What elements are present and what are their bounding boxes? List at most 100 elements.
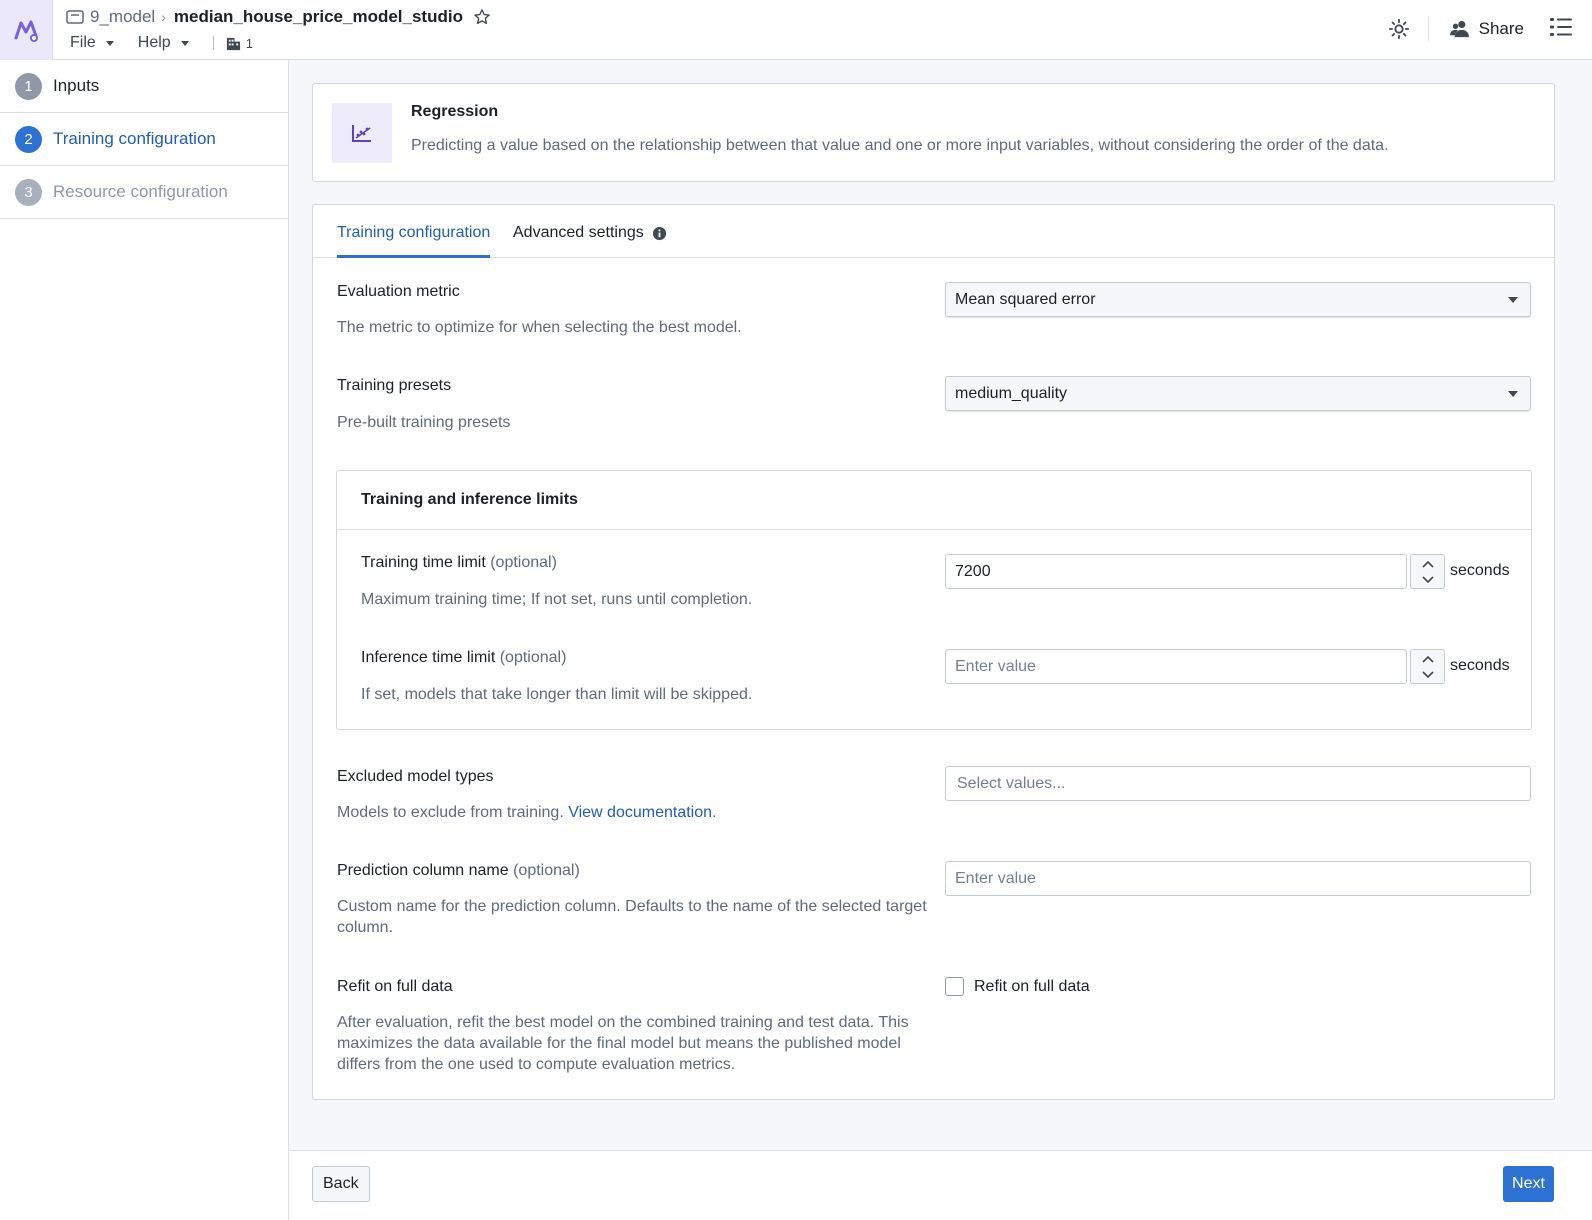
star-icon[interactable]: [473, 8, 491, 26]
model-studio-logo-icon: [14, 20, 38, 42]
limits-section: Training and inference limits Training t…: [336, 470, 1532, 730]
organization-count: 1: [245, 35, 253, 51]
training-time-stepper[interactable]: [1410, 554, 1445, 589]
sun-icon[interactable]: [1388, 18, 1410, 40]
evaluation-metric-help: The metric to optimize for when selectin…: [337, 319, 742, 336]
breadcrumb: 9_model › median_house_price_model_studi…: [66, 6, 491, 28]
evaluation-metric-value: Mean squared error: [955, 290, 1096, 308]
chevron-down-icon[interactable]: [1411, 572, 1444, 588]
training-time-input[interactable]: 7200: [945, 554, 1407, 589]
step-label: Inputs: [53, 76, 100, 95]
inference-time-input[interactable]: Enter value: [945, 649, 1407, 684]
step-number: 2: [15, 125, 42, 153]
step-label: Training configuration: [53, 129, 216, 148]
breadcrumb-parent[interactable]: 9_model: [90, 7, 155, 27]
training-presets-select[interactable]: medium_quality: [945, 376, 1531, 411]
step-inputs[interactable]: 1 Inputs: [0, 60, 288, 113]
chevron-down-icon[interactable]: [1411, 667, 1444, 683]
properties-icon[interactable]: [1550, 17, 1572, 42]
step-number: 3: [15, 178, 42, 206]
refit-help: After evaluation, refit the best model o…: [337, 1012, 909, 1075]
people-icon: [1449, 20, 1469, 38]
main-content: Regression Predicting a value based on t…: [289, 60, 1592, 1220]
share-button[interactable]: Share: [1449, 19, 1524, 39]
header-divider: [1427, 17, 1429, 41]
folder-icon: [66, 9, 84, 25]
regression-chart-icon: [332, 103, 392, 163]
refit-label: Refit on full data: [337, 978, 453, 995]
help-menu[interactable]: Help: [138, 34, 189, 52]
excluded-models-multiselect[interactable]: Select values...: [945, 766, 1531, 801]
refit-help-line: maximizes the data available for the fin…: [337, 1035, 901, 1052]
organization-badge[interactable]: 1: [226, 36, 253, 51]
step-resource-configuration[interactable]: 3 Resource configuration: [0, 166, 288, 219]
header-actions: Share: [1388, 14, 1572, 44]
tab-advanced-settings[interactable]: Advanced settings: [513, 224, 667, 258]
share-label: Share: [1478, 19, 1524, 38]
app-logo[interactable]: [0, 0, 53, 60]
inference-time-stepper[interactable]: [1410, 649, 1445, 684]
refit-checkbox-label[interactable]: Refit on full data: [974, 978, 1090, 996]
next-button[interactable]: Next: [1503, 1166, 1554, 1202]
chevron-up-icon[interactable]: [1411, 556, 1444, 572]
prediction-column-label: Prediction column name (optional): [337, 862, 580, 880]
caret-down-icon: [1508, 297, 1518, 303]
config-tabs: Training configuration Advanced settings: [313, 205, 1554, 258]
training-time-label: Training time limit (optional): [361, 554, 557, 572]
tab-advanced-label: Advanced settings: [513, 224, 644, 241]
training-presets-label: Training presets: [337, 377, 452, 394]
office-icon: [226, 37, 240, 50]
menu-divider: [212, 36, 214, 50]
refit-help-line: differs from the one used to compute eva…: [337, 1056, 736, 1073]
excluded-models-label: Excluded model types: [337, 768, 494, 785]
file-menu[interactable]: File: [70, 34, 114, 52]
info-icon[interactable]: [652, 226, 667, 246]
top-bar: 9_model › median_house_price_model_studi…: [0, 0, 1592, 60]
evaluation-metric-label: Evaluation metric: [337, 283, 460, 300]
step-number: 1: [15, 72, 42, 100]
caret-down-icon: [105, 40, 114, 46]
prediction-column-help-line: column.: [337, 919, 394, 936]
excluded-models-help-suffix: .: [712, 804, 717, 821]
inference-time-unit: seconds: [1450, 657, 1510, 674]
menu-bar: File Help 1: [70, 32, 253, 54]
chevron-right-icon: ›: [161, 9, 166, 25]
prediction-column-input[interactable]: Enter value: [945, 861, 1531, 896]
training-presets-value: medium_quality: [955, 384, 1068, 402]
caret-down-icon: [1508, 391, 1518, 397]
training-time-help: Maximum training time; If not set, runs …: [361, 591, 753, 608]
training-time-unit: seconds: [1450, 562, 1510, 579]
training-time-label-text: Training time limit: [361, 554, 486, 571]
tab-training-configuration[interactable]: Training configuration: [337, 224, 491, 258]
step-training-configuration[interactable]: 2 Training configuration: [0, 113, 288, 166]
limits-header: Training and inference limits: [337, 471, 1531, 530]
back-button[interactable]: Back: [312, 1166, 370, 1202]
model-type-card: Regression Predicting a value based on t…: [312, 83, 1555, 182]
optional-tag: (optional): [513, 862, 580, 879]
model-type-description: Predicting a value based on the relation…: [411, 137, 1389, 154]
steps-sidebar: 1 Inputs 2 Training configuration 3 Reso…: [0, 60, 289, 1220]
inference-time-label-text: Inference time limit: [361, 649, 496, 666]
prediction-column-help: Custom name for the prediction column. D…: [337, 896, 927, 938]
inference-time-help: If set, models that take longer than lim…: [361, 686, 753, 703]
optional-tag: (optional): [490, 554, 557, 571]
training-presets-help: Pre-built training presets: [337, 414, 511, 431]
caret-down-icon: [180, 40, 189, 46]
help-menu-label: Help: [137, 34, 171, 51]
refit-help-line: After evaluation, refit the best model o…: [337, 1014, 909, 1031]
inference-time-label: Inference time limit (optional): [361, 649, 566, 667]
refit-checkbox[interactable]: [945, 977, 964, 996]
evaluation-metric-select[interactable]: Mean squared error: [945, 282, 1531, 317]
file-menu-label: File: [70, 34, 96, 51]
model-type-title: Regression: [411, 103, 499, 120]
configuration-panel: Training configuration Advanced settings…: [312, 204, 1555, 1100]
prediction-column-help-line: Custom name for the prediction column. D…: [337, 898, 927, 915]
prediction-column-label-text: Prediction column name: [337, 862, 509, 879]
step-label: Resource configuration: [53, 182, 228, 201]
wizard-footer: Back Next: [289, 1150, 1592, 1220]
excluded-models-help-text: Models to exclude from training.: [337, 804, 569, 821]
breadcrumb-current: median_house_price_model_studio: [173, 7, 463, 26]
view-documentation-link[interactable]: View documentation: [568, 804, 712, 821]
limits-title: Training and inference limits: [361, 491, 578, 508]
chevron-up-icon[interactable]: [1411, 651, 1444, 667]
